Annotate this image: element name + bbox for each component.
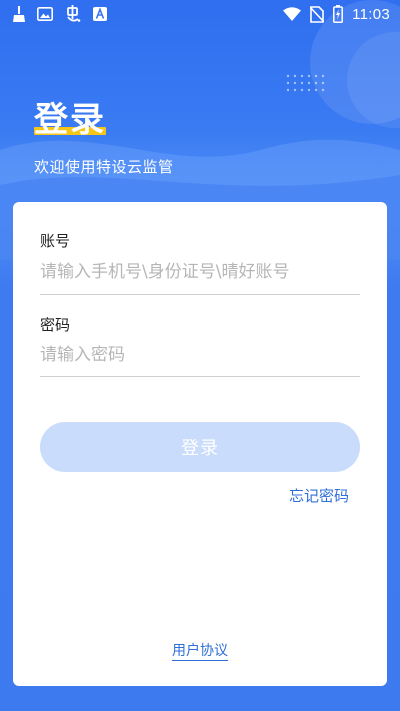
status-time: 11:03 — [352, 5, 390, 23]
broom-icon — [12, 6, 26, 22]
no-sim-icon — [310, 5, 325, 23]
login-button[interactable]: 登录 — [40, 422, 360, 472]
account-label: 账号 — [40, 232, 71, 250]
forgot-password-link[interactable]: 忘记密码 — [289, 485, 349, 506]
password-divider — [40, 376, 360, 377]
status-bar-left — [0, 5, 107, 23]
wifi-icon — [283, 7, 302, 21]
status-bar: 11:03 — [0, 0, 400, 28]
login-card: 账号 密码 登录 忘记密码 用户协议 — [13, 202, 387, 686]
user-agreement-container: 用户协议 — [13, 640, 387, 661]
insect-icon — [64, 5, 82, 23]
page-title: 登录 — [34, 100, 106, 140]
password-label: 密码 — [40, 316, 71, 334]
battery-charging-icon — [333, 5, 344, 23]
user-agreement-link[interactable]: 用户协议 — [172, 643, 228, 661]
image-icon — [37, 7, 53, 21]
welcome-subtitle: 欢迎使用特设云监管 — [34, 158, 174, 176]
text-a-icon — [93, 7, 107, 21]
account-divider — [40, 294, 360, 295]
account-input[interactable] — [40, 254, 360, 290]
status-bar-right: 11:03 — [283, 5, 400, 23]
password-input[interactable] — [40, 337, 360, 373]
